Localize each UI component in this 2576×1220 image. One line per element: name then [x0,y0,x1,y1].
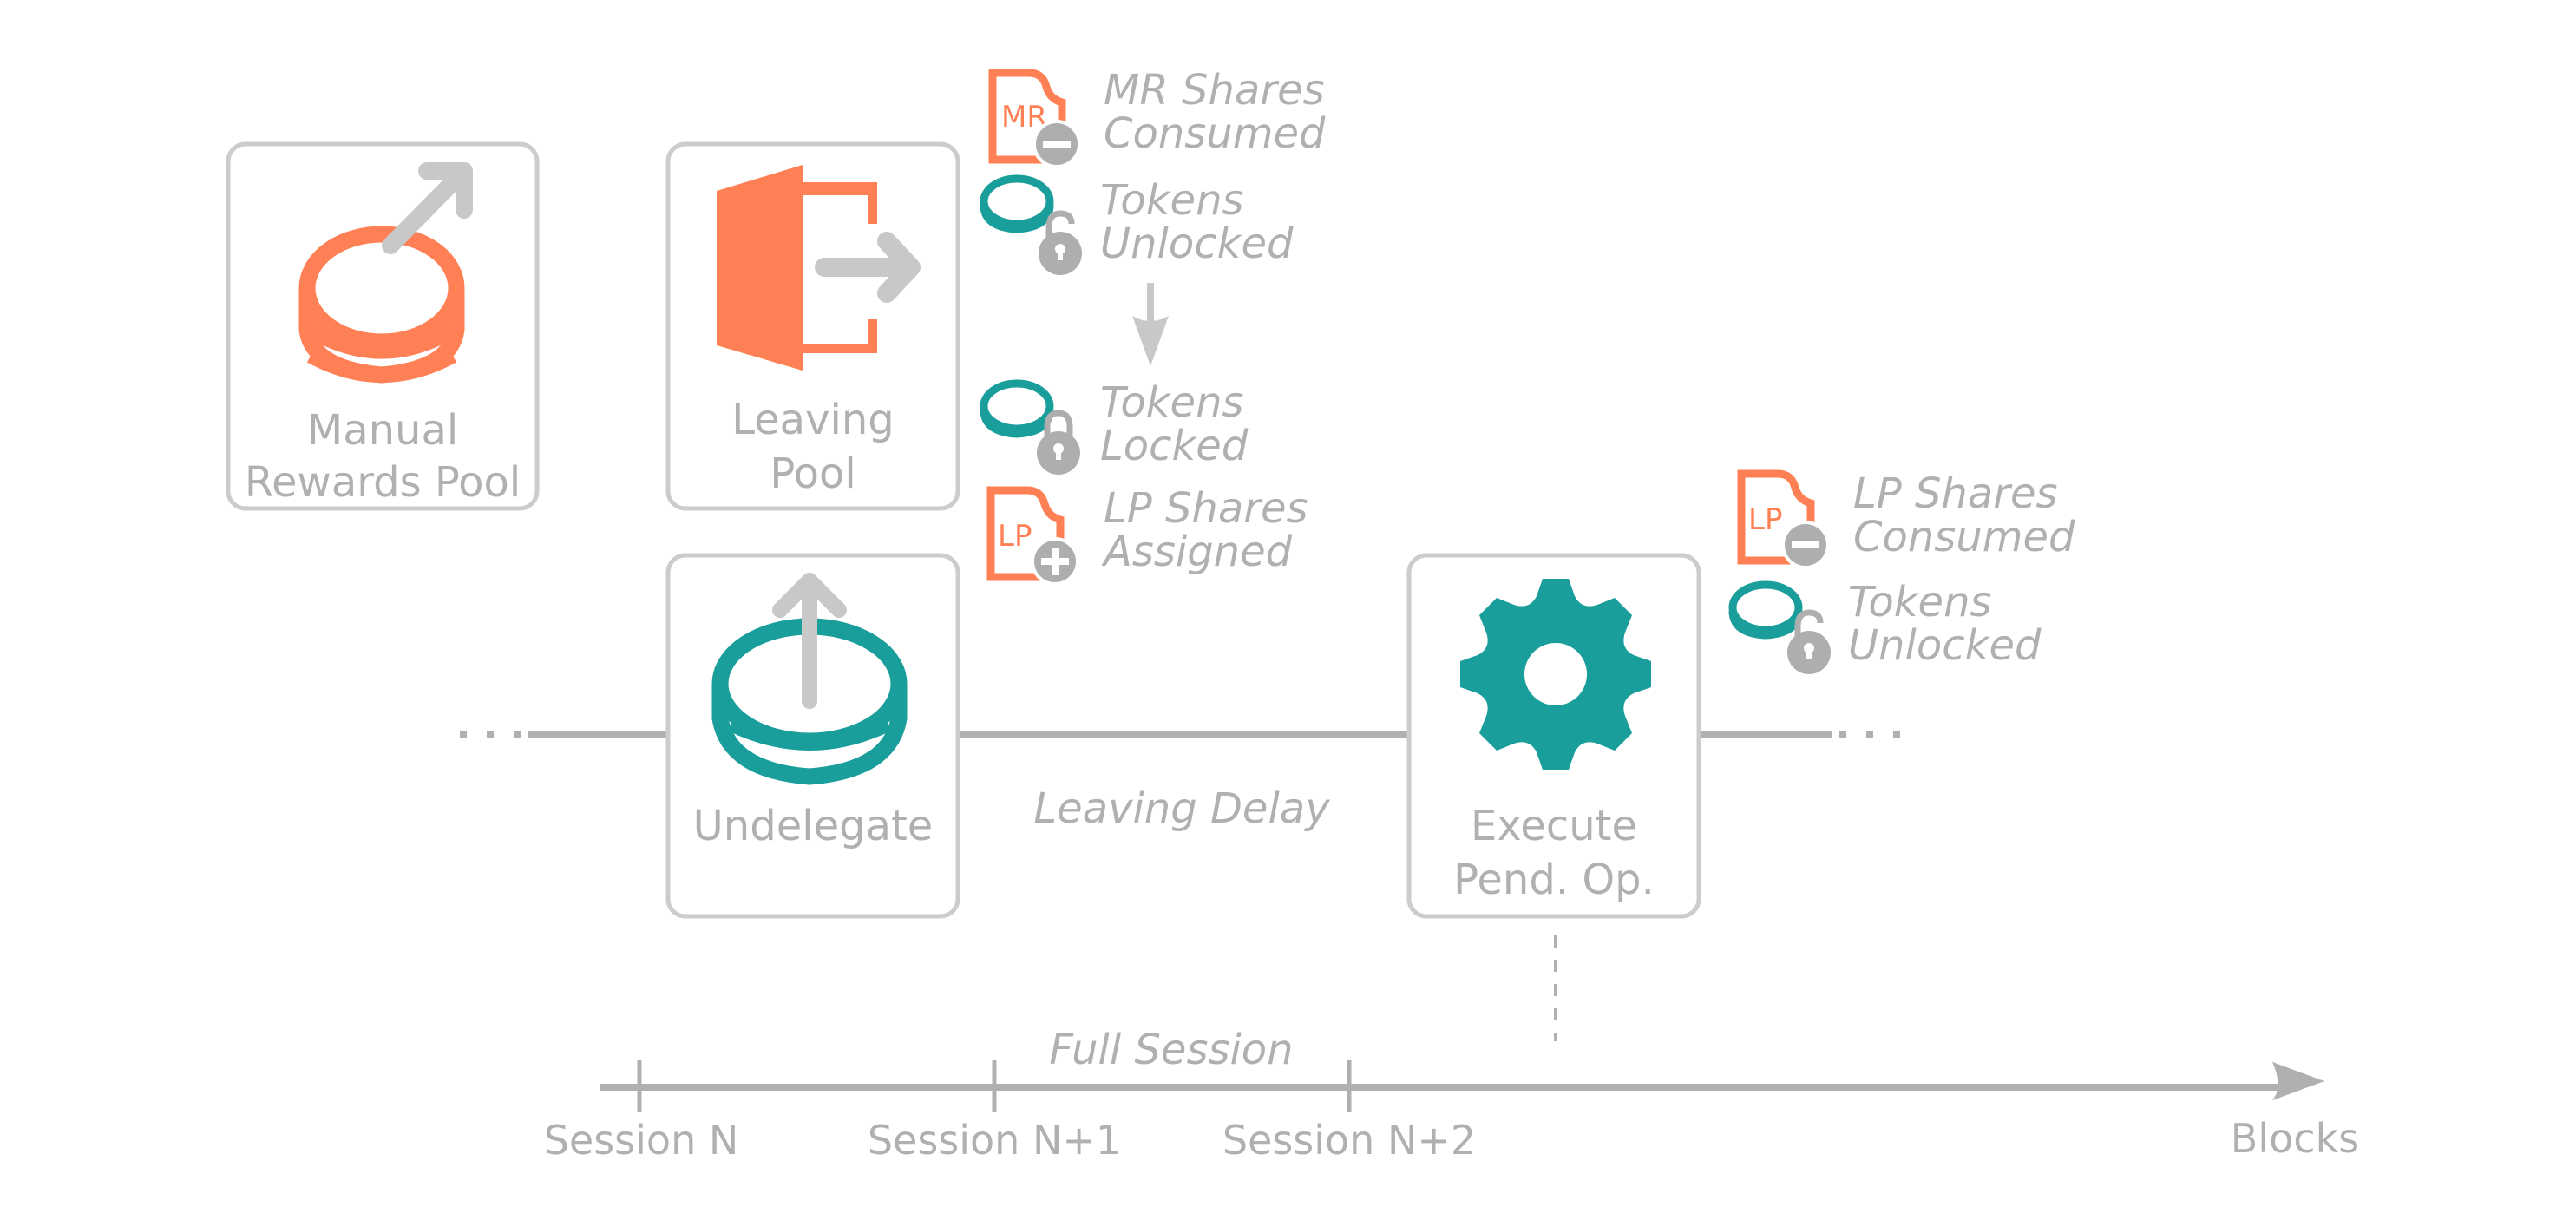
annotation-label: Locked [1100,422,1249,470]
annotation-label: MR Shares [1104,66,1325,115]
step-label: Undelegate [693,802,934,850]
annotation-tokens-unlocked: Tokens Unlocked [1733,578,2042,674]
step-label: Manual [307,406,458,455]
step-undelegate[interactable]: Undelegate [665,553,960,919]
share-document-plus-icon: LP [991,490,1079,586]
timeline-dots-right [1839,731,1900,738]
axis-tick-label: Session N [544,1117,739,1164]
token-locked-icon [984,384,1080,475]
step-label: Leaving [731,396,894,444]
annotation-tokens-locked: Tokens Locked [984,378,1249,475]
step-label: Pool [770,449,855,498]
axis-tick-label: Session N+1 [868,1117,1121,1164]
annotation-label: Unlocked [1848,621,2042,670]
annotation-label: Consumed [1104,109,1326,158]
axis-end-label: Blocks [2231,1115,2359,1162]
annotation-label: Tokens [1100,176,1244,225]
axis-arrowhead [2272,1062,2324,1100]
share-document-minus-icon: MR [993,73,1081,168]
full-session-label: Full Session [1049,1026,1293,1074]
down-arrow-icon [1132,283,1169,366]
leaving-delay-label: Leaving Delay [1033,784,1330,833]
step-label: Pend. Op. [1453,856,1655,904]
step-leaving-pool[interactable]: Leaving Pool [665,141,960,511]
document-badge: LP [1748,502,1782,537]
annotation-label: LP Shares [1853,469,2058,518]
share-document-minus-icon: LP [1741,474,1830,569]
annotation-label: LP Shares [1104,484,1308,533]
axis-tick-label: Session N+2 [1222,1117,1476,1164]
step-manual-rewards-pool[interactable]: Manual Rewards Pool [226,141,540,511]
annotation-label: Assigned [1101,528,1293,576]
annotation-mr-shares-consumed: MR MR Shares Consumed [993,66,1326,168]
timeline-dots-left [460,731,521,738]
annotation-label: Consumed [1853,513,2075,561]
document-badge: LP [998,519,1032,554]
annotation-tokens-unlocked: Tokens Unlocked [984,176,1294,275]
step-label: Execute [1471,802,1637,850]
token-unlocked-icon [984,179,1082,275]
annotation-label: Tokens [1100,378,1244,427]
annotation-label: Tokens [1848,578,1992,626]
diagram-canvas: Manual Rewards Pool Leaving Pool Undeleg… [226,66,2359,1164]
step-execute-pending-operation[interactable]: Execute Pend. Op. [1406,553,1701,919]
step-label: Rewards Pool [245,458,521,507]
blocks-axis: Full Session Session N Session N+1 Sessi… [544,1026,2359,1164]
annotation-lp-shares-assigned: LP LP Shares Assigned [991,484,1308,586]
annotation-label: Unlocked [1100,220,1294,268]
annotation-lp-shares-consumed: LP LP Shares Consumed [1741,469,2075,569]
token-unlocked-icon [1733,585,1831,674]
